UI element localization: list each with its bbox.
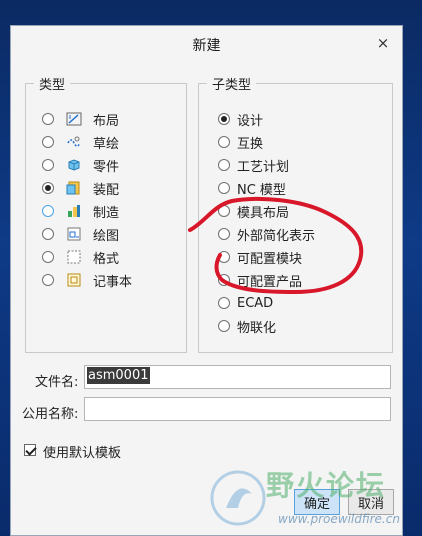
type-option-part[interactable]: 零件 [42, 155, 119, 175]
radio-ecad[interactable] [218, 297, 230, 309]
radio-configurable-module[interactable] [218, 251, 230, 263]
type-option-assembly[interactable]: 装配 [42, 178, 119, 198]
radio-sketch[interactable] [42, 136, 54, 148]
type-label-manufacturing: 制造 [93, 205, 120, 221]
subtype-label-mold-layout: 模具布局 [237, 205, 290, 221]
notebook-icon [67, 273, 81, 287]
format-icon [67, 250, 81, 264]
subtype-label-configurable-module: 可配置模块 [237, 251, 303, 267]
radio-interchange[interactable] [218, 136, 230, 148]
radio-part[interactable] [42, 159, 54, 171]
close-icon[interactable]: × [374, 34, 392, 52]
radio-manufacturing[interactable] [42, 205, 54, 217]
type-label-drawing: 绘图 [93, 228, 120, 244]
dialog-titlebar: 新建 × [11, 26, 402, 62]
subtype-option-ecad[interactable]: ECAD [218, 293, 273, 313]
manufacturing-icon [68, 205, 80, 217]
subtype-label-iot: 物联化 [237, 320, 277, 336]
subtype-option-mold-layout[interactable]: 模具布局 [218, 201, 289, 221]
radio-nc-model[interactable] [218, 182, 230, 194]
type-option-manufacturing[interactable]: 制造 [42, 201, 119, 221]
filename-label: 文件名: [35, 375, 79, 390]
subtype-option-configurable-product[interactable]: 可配置产品 [218, 270, 302, 290]
ok-button[interactable]: 确定 [294, 489, 340, 515]
dialog-title: 新建 [192, 38, 221, 54]
type-option-format[interactable]: 格式 [42, 247, 119, 267]
subtype-option-interchange[interactable]: 互换 [218, 132, 263, 152]
layout-icon [66, 112, 82, 126]
type-label-part: 零件 [93, 159, 120, 175]
type-group: 类型 布局 草绘 零件 装配 制造 绘图 格式 记事本 [25, 74, 187, 353]
radio-drawing[interactable] [42, 228, 54, 240]
use-default-template-checkbox[interactable] [24, 444, 36, 456]
assembly-icon [66, 181, 80, 195]
radio-mold-layout[interactable] [218, 205, 230, 217]
type-label-assembly: 装配 [93, 182, 120, 198]
type-label-layout: 布局 [93, 113, 120, 129]
radio-assembly[interactable] [42, 182, 54, 194]
type-option-notebook[interactable]: 记事本 [42, 270, 132, 290]
subtype-group-legend: 子类型 [207, 74, 257, 93]
subtype-label-interchange: 互换 [237, 136, 264, 152]
subtype-label-configurable-product: 可配置产品 [237, 274, 303, 290]
cancel-button[interactable]: 取消 [348, 489, 394, 515]
type-label-format: 格式 [93, 251, 120, 267]
radio-configurable-product[interactable] [218, 274, 230, 286]
subtype-option-iot[interactable]: 物联化 [218, 316, 276, 336]
type-option-drawing[interactable]: 绘图 [42, 224, 119, 244]
subtype-option-design[interactable]: 设计 [218, 109, 263, 129]
type-label-sketch: 草绘 [93, 136, 120, 152]
filename-input[interactable]: asm0001 [84, 365, 391, 389]
type-option-layout[interactable]: 布局 [42, 109, 119, 129]
subtype-option-configurable-module[interactable]: 可配置模块 [218, 247, 302, 267]
filename-value: asm0001 [87, 367, 150, 384]
radio-notebook[interactable] [42, 274, 54, 286]
subtype-label-external-simplified-rep: 外部简化表示 [237, 228, 316, 244]
radio-iot[interactable] [218, 320, 230, 332]
common-name-label: 公用名称: [22, 407, 79, 422]
radio-external-simplified-rep[interactable] [218, 228, 230, 240]
subtype-option-process-plan[interactable]: 工艺计划 [218, 155, 289, 175]
drawing-icon [67, 227, 81, 241]
type-group-legend: 类型 [34, 74, 71, 93]
type-option-sketch[interactable]: 草绘 [42, 132, 119, 152]
part-icon [68, 159, 80, 171]
use-default-template-label: 使用默认模板 [43, 446, 122, 461]
subtype-label-ecad: ECAD [237, 295, 274, 311]
radio-format[interactable] [42, 251, 54, 263]
subtype-label-design: 设计 [237, 113, 264, 129]
subtype-label-process-plan: 工艺计划 [237, 159, 290, 175]
sketch-icon [67, 136, 81, 147]
radio-design[interactable] [218, 113, 230, 125]
subtype-group: 子类型 设计 互换 工艺计划 NC 模型 模具布局 外部简化表示 可配置模块 可… [198, 74, 393, 353]
radio-process-plan[interactable] [218, 159, 230, 171]
subtype-option-external-simplified-rep[interactable]: 外部简化表示 [218, 224, 315, 244]
common-name-input[interactable] [84, 397, 391, 421]
radio-layout[interactable] [42, 113, 54, 125]
subtype-label-nc-model: NC 模型 [237, 182, 286, 198]
type-label-notebook: 记事本 [93, 274, 133, 290]
new-file-dialog: 新建 × 类型 布局 草绘 零件 装配 制造 绘图 格式 记事本 子类型 设计 … [10, 25, 403, 536]
subtype-option-nc-model[interactable]: NC 模型 [218, 178, 286, 198]
